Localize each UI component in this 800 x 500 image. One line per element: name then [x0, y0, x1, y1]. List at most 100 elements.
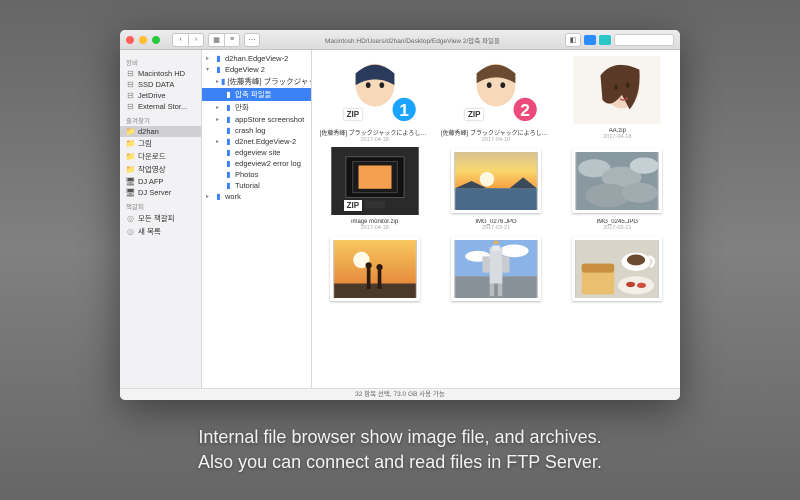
tree-item[interactable]: ▮Tutorial: [202, 180, 311, 191]
thumbnail-name: [佐藤秀峰] ブラックジャックによろしく 02.zip: [441, 128, 551, 137]
thumbnail-cell[interactable]: IMG_0245.JPG2017-03-21: [561, 147, 674, 231]
folder-icon: ▮: [224, 137, 233, 146]
tree-item[interactable]: ▮압축 파일들: [202, 88, 311, 101]
thumbnail-image: [572, 235, 662, 303]
folder-icon: ▮: [224, 181, 233, 190]
tag-icon: ◎: [126, 227, 135, 236]
forward-button[interactable]: ›: [188, 33, 204, 47]
disclosure-icon[interactable]: ▸: [206, 55, 212, 62]
disk-icon: ⊟: [126, 69, 135, 78]
sidebar-item[interactable]: ⊟Macintosh HD: [120, 68, 201, 79]
tree-item[interactable]: ▾▮EdgeView 2: [202, 64, 311, 75]
tree-item[interactable]: ▸▮[佐藤秀峰] ブラックジャックによろしく: [202, 75, 311, 88]
tree-item[interactable]: ▸▮appStore screenshot: [202, 114, 311, 125]
thumbnail-date: 2017-04-18: [361, 225, 389, 231]
thumbnail-cell[interactable]: AA.zip2017-04-18: [561, 56, 674, 143]
sidebar-item-label: 새 목록: [138, 226, 161, 237]
disk-icon: ⊟: [126, 102, 135, 111]
thumbnail-date: 2017-04-18: [603, 134, 631, 140]
sidebar-item[interactable]: 🖥DJ AFP: [120, 176, 201, 187]
close-icon[interactable]: [126, 36, 134, 44]
folder-icon: ▮: [224, 126, 233, 135]
tree-item[interactable]: ▸▮만화: [202, 101, 311, 114]
thumbnail-image: [572, 56, 662, 124]
thumbnail-cell[interactable]: 1ZIP[佐藤秀峰] ブラックジャックによろしく 01.zip2017-04-1…: [318, 56, 431, 143]
caption-line: Internal file browser show image file, a…: [0, 425, 800, 449]
thumbnail-date: 2017-04-18: [482, 137, 510, 143]
tree-item-label: d2net.EdgeView-2: [235, 137, 296, 146]
thumbnail-cell[interactable]: [561, 235, 674, 307]
tree-item[interactable]: ▸▮d2net.EdgeView-2: [202, 136, 311, 147]
sidebar-item-label: 그림: [138, 138, 152, 149]
sidebar-item[interactable]: 📁그림: [120, 137, 201, 150]
disclosure-icon[interactable]: ▾: [206, 66, 212, 73]
toolbar-button[interactable]: ⋯: [244, 33, 260, 47]
tree-item-label: edgeview site: [235, 148, 280, 157]
thumbnail-image: [330, 235, 420, 303]
sidebar-item[interactable]: 🖥DJ Server: [120, 187, 201, 198]
minimize-icon[interactable]: [139, 36, 147, 44]
path-label: Macintosh HD/Users/d2han/Desktop/EdgeVie…: [264, 35, 561, 45]
thumbnail-image: 1ZIP: [330, 56, 420, 124]
sidebar-item[interactable]: 📁d2han: [120, 126, 201, 137]
back-button[interactable]: ‹: [172, 33, 188, 47]
sidebar-item[interactable]: 📁다운로드: [120, 150, 201, 163]
search-input[interactable]: [614, 34, 674, 46]
thumbnail-image: [451, 235, 541, 303]
sidebar-item[interactable]: 📁작업영상: [120, 163, 201, 176]
sidebar-item-label: DJ AFP: [138, 177, 163, 186]
thumbnail-cell[interactable]: IMG_0276.JPG2017-03-21: [439, 147, 552, 231]
tree-item[interactable]: ▮edgeview site: [202, 147, 311, 158]
svg-text:2: 2: [520, 100, 530, 120]
sidebar-section-header: 즐겨찾기: [120, 112, 201, 126]
folder-icon: ▮: [224, 115, 233, 124]
disclosure-icon[interactable]: ▸: [216, 104, 222, 111]
tree-item-label: 압축 파일들: [235, 89, 272, 100]
thumbnail-image: ZIP: [330, 147, 420, 215]
view-grid-button[interactable]: ▦: [208, 33, 224, 47]
folder-icon: ▮: [221, 77, 225, 86]
tree-item[interactable]: ▸▮work: [202, 191, 311, 202]
disk-icon: ⊟: [126, 91, 135, 100]
sidebar-item-label: 모든 책갈피: [138, 213, 175, 224]
svg-text:1: 1: [399, 100, 409, 120]
disclosure-icon[interactable]: ▸: [216, 78, 219, 85]
thumbnail-date: 2017-03-21: [482, 225, 510, 231]
sidebar-item[interactable]: ◎새 목록: [120, 225, 201, 238]
folder-icon: 📁: [126, 165, 135, 174]
sidebar-item[interactable]: ⊟External Stor...: [120, 101, 201, 112]
thumbnail-cell[interactable]: [439, 235, 552, 307]
folder-icon: 📁: [126, 152, 135, 161]
thumbnail-image: [572, 147, 662, 215]
disclosure-icon[interactable]: ▸: [216, 138, 222, 145]
sidebar-item[interactable]: ⊟JetDrive: [120, 90, 201, 101]
sidebar-item-label: 다운로드: [138, 151, 166, 162]
sidebar-item-label: SSD DATA: [138, 80, 174, 89]
tree-item[interactable]: ▮crash log: [202, 125, 311, 136]
tree-item[interactable]: ▮Photos: [202, 169, 311, 180]
thumbnail-image: [451, 147, 541, 215]
sidebar-section-header: 책갈피: [120, 198, 201, 212]
tree-item[interactable]: ▸▮d2han.EdgeView-2: [202, 53, 311, 64]
toolbar-pill[interactable]: [599, 35, 611, 45]
thumbnail-cell[interactable]: ZIPimage monitor.zip2017-04-18: [318, 147, 431, 231]
tree-item-label: [佐藤秀峰] ブラックジャックによろしく: [227, 76, 311, 87]
toolbar-button[interactable]: ◧: [565, 33, 581, 47]
thumbnail-image: 2ZIP: [451, 56, 541, 124]
zoom-icon[interactable]: [152, 36, 160, 44]
tree-item-label: edgeview2 error log: [235, 159, 301, 168]
thumbnail-date: 2017-03-21: [603, 225, 631, 231]
view-list-button[interactable]: ≡: [224, 33, 240, 47]
thumbnail-date: 2017-04-18: [361, 137, 389, 143]
disclosure-icon[interactable]: ▸: [206, 193, 212, 200]
folder-tree: ▸▮d2han.EdgeView-2▾▮EdgeView 2▸▮[佐藤秀峰] ブ…: [202, 50, 312, 388]
thumbnail-cell[interactable]: [318, 235, 431, 307]
tree-item[interactable]: ▮edgeview2 error log: [202, 158, 311, 169]
sidebar-item-label: 작업영상: [138, 164, 166, 175]
disclosure-icon[interactable]: ▸: [216, 116, 222, 123]
sidebar-item[interactable]: ⊟SSD DATA: [120, 79, 201, 90]
thumbnail-cell[interactable]: 2ZIP [佐藤秀峰] ブラックジャックによろしく 02.zip2017-04-1…: [439, 56, 552, 143]
sidebar-item[interactable]: ◎모든 책갈피: [120, 212, 201, 225]
toolbar-pill[interactable]: [584, 35, 596, 45]
tree-item-label: EdgeView 2: [225, 65, 265, 74]
